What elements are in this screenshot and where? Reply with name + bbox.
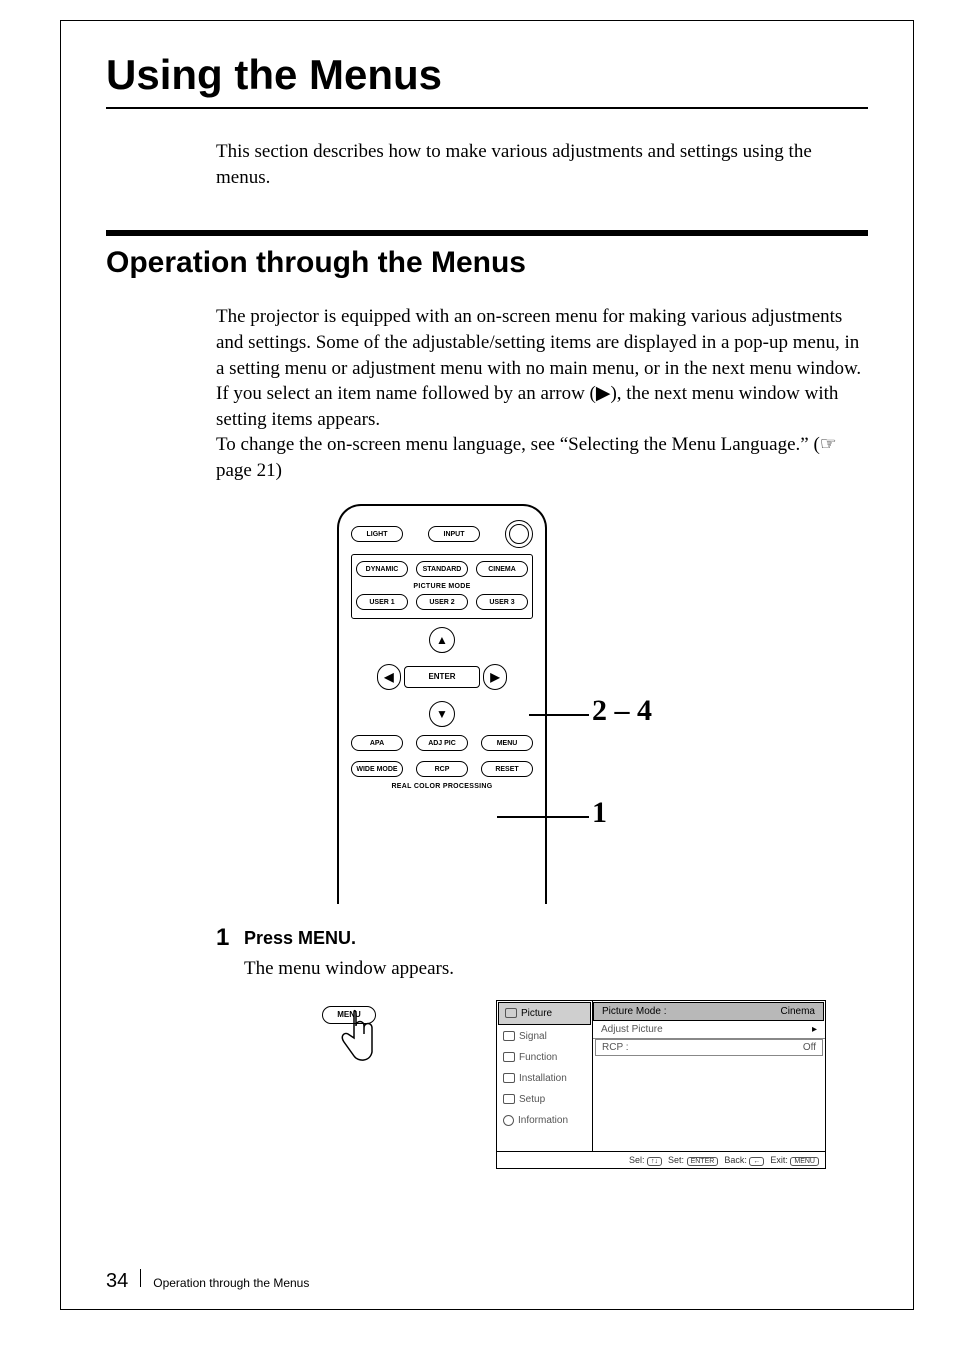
- dpad: ▲ ◀ ENTER ▶ ▼: [377, 627, 507, 727]
- widemode-button[interactable]: WIDE MODE: [351, 761, 403, 777]
- callout-line-enter: [529, 714, 589, 716]
- enter-button[interactable]: ENTER: [404, 666, 480, 688]
- osd-tab-picture-label: Picture: [521, 1008, 552, 1019]
- osd-tab-function[interactable]: Function: [497, 1047, 592, 1068]
- footer-text: Operation through the Menus: [153, 1276, 309, 1291]
- adjpic-button[interactable]: ADJ PIC: [416, 735, 468, 751]
- dpad-left-button[interactable]: ◀: [377, 664, 401, 690]
- body-paragraph: The projector is equipped with an on-scr…: [216, 304, 868, 483]
- osd-rcp-label: RCP :: [602, 1042, 629, 1053]
- rcp-button[interactable]: RCP: [416, 761, 468, 777]
- osd-tab-installation[interactable]: Installation: [497, 1068, 592, 1089]
- cinema-button[interactable]: CINEMA: [476, 561, 528, 577]
- information-icon: [503, 1115, 514, 1126]
- apa-button[interactable]: APA: [351, 735, 403, 751]
- step-1-body: The menu window appears.: [244, 958, 868, 980]
- chevron-right-icon: [812, 1024, 817, 1035]
- osd-sidebar: Picture Signal Function Installation Set…: [497, 1001, 593, 1151]
- enter-key-icon: ENTER: [687, 1157, 719, 1166]
- step-1-illustration-row: MENU Picture Signal Function Installatio…: [316, 1000, 868, 1169]
- power-button[interactable]: [505, 520, 533, 548]
- intro-paragraph: This section describes how to make vario…: [216, 139, 868, 190]
- osd-picture-mode-value: Cinema: [781, 1006, 815, 1017]
- section-divider: [106, 230, 868, 236]
- menu-key-icon: MENU: [790, 1157, 819, 1166]
- dpad-right-button[interactable]: ▶: [483, 664, 507, 690]
- osd-tab-information-label: Information: [518, 1115, 568, 1126]
- user2-button[interactable]: USER 2: [416, 594, 468, 610]
- osd-adjust-picture-label: Adjust Picture: [601, 1024, 663, 1035]
- osd-footer: Sel: ↑↓ Set: ENTER Back: ← Exit: MENU: [497, 1151, 825, 1168]
- osd-footer-sel: Sel: ↑↓: [629, 1155, 662, 1165]
- function-icon: [503, 1052, 515, 1062]
- step-1-number: 1: [216, 924, 244, 952]
- light-button[interactable]: LIGHT: [351, 526, 403, 542]
- user1-button[interactable]: USER 1: [356, 594, 408, 610]
- updown-key-icon: ↑↓: [647, 1157, 662, 1166]
- page-frame: Using the Menus This section describes h…: [60, 20, 914, 1310]
- osd-tab-setup[interactable]: Setup: [497, 1089, 592, 1110]
- menu-button[interactable]: MENU: [481, 735, 533, 751]
- osd-tab-installation-label: Installation: [519, 1073, 567, 1084]
- finger-icon: [334, 1008, 378, 1068]
- step-1-heading: 1 Press MENU.: [216, 924, 868, 952]
- section-title: Operation through the Menus: [106, 246, 868, 280]
- press-menu-illustration: MENU: [316, 1000, 396, 1080]
- dpad-down-button[interactable]: ▼: [429, 701, 455, 727]
- osd-footer-back: Back: ←: [724, 1155, 764, 1165]
- remote-diagram: LIGHT INPUT DYNAMIC STANDARD CINEMA PICT…: [297, 504, 677, 904]
- title-block: Using the Menus: [106, 51, 868, 109]
- standard-button[interactable]: STANDARD: [416, 561, 468, 577]
- installation-icon: [503, 1073, 515, 1083]
- osd-footer-set: Set: ENTER: [668, 1155, 718, 1165]
- user3-button[interactable]: USER 3: [476, 594, 528, 610]
- osd-tab-setup-label: Setup: [519, 1094, 545, 1105]
- osd-tab-signal[interactable]: Signal: [497, 1026, 592, 1047]
- osd-tab-information[interactable]: Information: [497, 1110, 592, 1131]
- setup-icon: [503, 1094, 515, 1104]
- osd-tab-signal-label: Signal: [519, 1031, 547, 1042]
- input-button[interactable]: INPUT: [428, 526, 480, 542]
- osd-picture-mode-label: Picture Mode :: [602, 1006, 666, 1017]
- osd-tab-function-label: Function: [519, 1052, 557, 1063]
- dynamic-button[interactable]: DYNAMIC: [356, 561, 408, 577]
- power-icon: [509, 524, 529, 544]
- picture-mode-group: DYNAMIC STANDARD CINEMA PICTURE MODE USE…: [351, 554, 533, 619]
- callout-line-menu: [497, 816, 589, 818]
- picture-mode-label: PICTURE MODE: [356, 583, 528, 590]
- reset-button[interactable]: RESET: [481, 761, 533, 777]
- step-1-instruction: Press MENU.: [244, 924, 356, 952]
- dpad-up-button[interactable]: ▲: [429, 627, 455, 653]
- osd-tab-picture[interactable]: Picture: [498, 1002, 591, 1025]
- osd-menu-window: Picture Signal Function Installation Set…: [496, 1000, 826, 1169]
- picture-icon: [505, 1008, 517, 1018]
- page-title: Using the Menus: [106, 51, 868, 99]
- callout-step-1: 1: [592, 796, 607, 830]
- osd-content: Picture Mode : Cinema Adjust Picture RCP…: [593, 1001, 825, 1151]
- osd-field-adjust-picture[interactable]: Adjust Picture: [593, 1021, 825, 1039]
- osd-rcp-value: Off: [803, 1042, 816, 1053]
- osd-field-picture-mode[interactable]: Picture Mode : Cinema: [593, 1002, 824, 1021]
- left-key-icon: ←: [749, 1157, 764, 1166]
- signal-icon: [503, 1031, 515, 1041]
- osd-field-rcp[interactable]: RCP : Off: [595, 1039, 823, 1056]
- callout-steps-2-4: 2 – 4: [592, 694, 652, 728]
- footer-separator: [140, 1269, 141, 1287]
- rcp-label: REAL COLOR PROCESSING: [351, 783, 533, 790]
- page-footer: 34 Operation through the Menus: [106, 1269, 309, 1293]
- osd-footer-exit: Exit: MENU: [770, 1155, 819, 1165]
- page-number: 34: [106, 1270, 128, 1293]
- remote-outline: LIGHT INPUT DYNAMIC STANDARD CINEMA PICT…: [337, 504, 547, 904]
